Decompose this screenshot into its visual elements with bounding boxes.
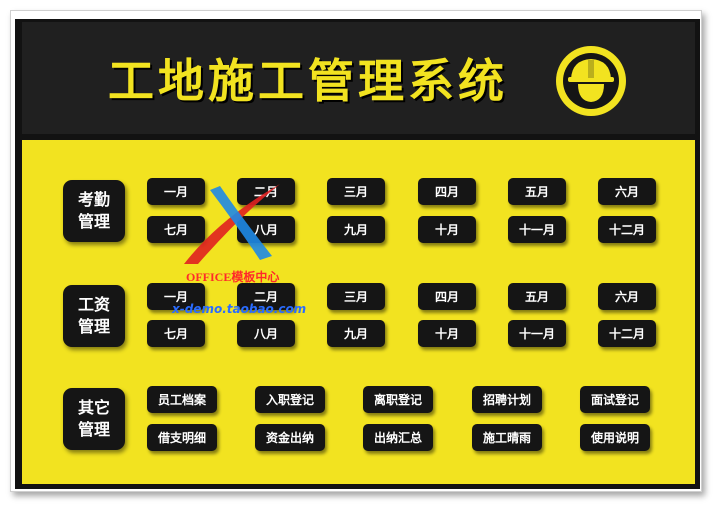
- attendance-month-10-button[interactable]: 十月: [418, 216, 476, 243]
- salary-month-8-button[interactable]: 八月: [237, 320, 295, 347]
- attendance-month-12-button[interactable]: 十二月: [598, 216, 656, 243]
- salary-month-11-button[interactable]: 十一月: [508, 320, 566, 347]
- resignation-register-button[interactable]: 离职登记: [363, 386, 433, 413]
- salary-month-7-button[interactable]: 七月: [147, 320, 205, 347]
- watermark-logo-icon: [184, 184, 280, 264]
- section-label-attendance: 考勤管理: [63, 180, 125, 242]
- employee-records-button[interactable]: 员工档案: [147, 386, 217, 413]
- salary-month-12-button[interactable]: 十二月: [598, 320, 656, 347]
- attendance-month-4-button[interactable]: 四月: [418, 178, 476, 205]
- hard-hat-worker-icon: [556, 46, 626, 116]
- attendance-month-6-button[interactable]: 六月: [598, 178, 656, 205]
- salary-month-10-button[interactable]: 十月: [418, 320, 476, 347]
- user-guide-button[interactable]: 使用说明: [580, 424, 650, 451]
- attendance-month-3-button[interactable]: 三月: [327, 178, 385, 205]
- salary-month-9-button[interactable]: 九月: [327, 320, 385, 347]
- construction-weather-button[interactable]: 施工晴雨: [472, 424, 542, 451]
- salary-month-3-button[interactable]: 三月: [327, 283, 385, 310]
- attendance-month-5-button[interactable]: 五月: [508, 178, 566, 205]
- watermark-url-text: x-demo.taobao.com: [172, 302, 307, 316]
- interview-register-button[interactable]: 面试登记: [580, 386, 650, 413]
- recruitment-plan-button[interactable]: 招聘计划: [472, 386, 542, 413]
- section-label-other: 其它管理: [63, 388, 125, 450]
- page-title: 工地施工管理系统: [108, 54, 508, 108]
- attendance-month-9-button[interactable]: 九月: [327, 216, 385, 243]
- salary-month-6-button[interactable]: 六月: [598, 283, 656, 310]
- cash-disbursement-button[interactable]: 资金出纳: [255, 424, 325, 451]
- section-label-salary: 工资管理: [63, 285, 125, 347]
- advance-details-button[interactable]: 借支明细: [147, 424, 217, 451]
- salary-month-5-button[interactable]: 五月: [508, 283, 566, 310]
- salary-month-4-button[interactable]: 四月: [418, 283, 476, 310]
- attendance-month-11-button[interactable]: 十一月: [508, 216, 566, 243]
- watermark-brand-text: OFFICE模板中心: [186, 270, 280, 284]
- onboarding-register-button[interactable]: 入职登记: [255, 386, 325, 413]
- cashier-summary-button[interactable]: 出纳汇总: [363, 424, 433, 451]
